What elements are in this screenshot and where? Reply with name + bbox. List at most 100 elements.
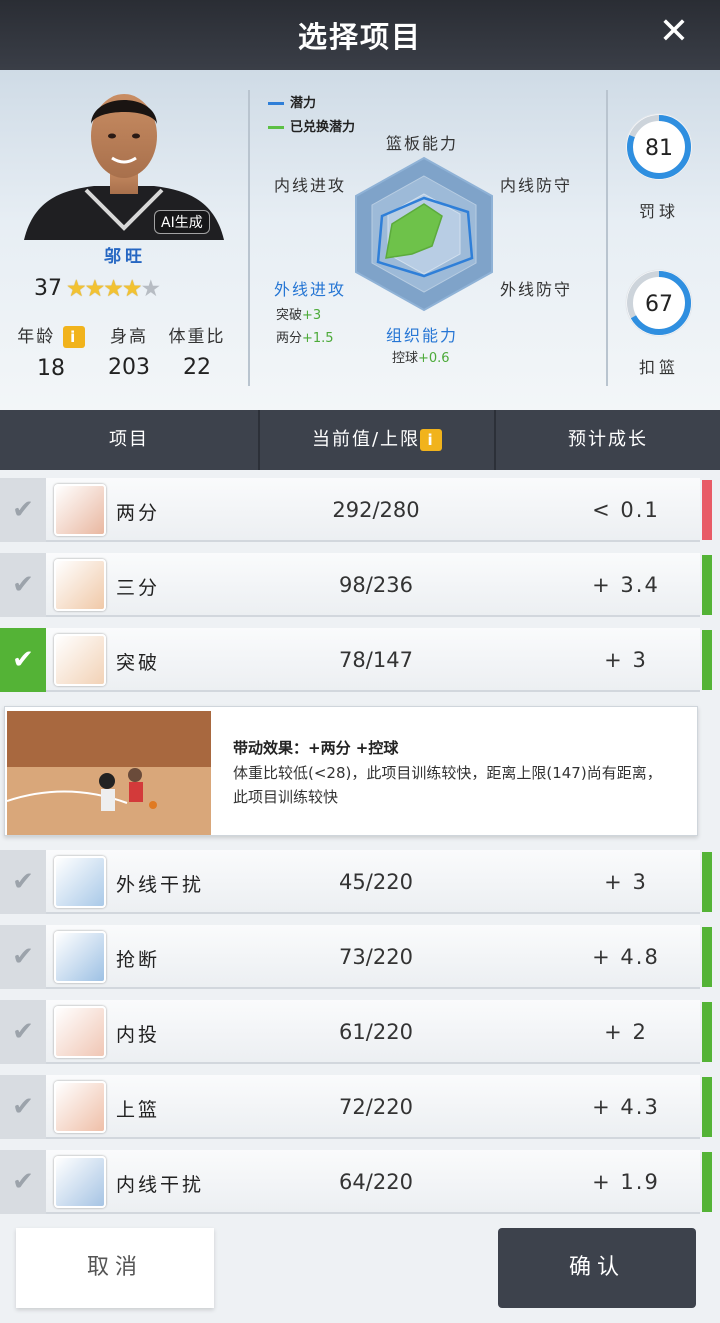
skill-current-value: 45/220	[339, 870, 413, 894]
sub-ball-handling: 控球+0.6	[392, 351, 450, 366]
checkmark-icon[interactable]: ✔	[0, 850, 46, 914]
training-illustration	[7, 711, 211, 835]
dunk-ring: 67	[625, 269, 693, 337]
player-panel: AI生成 邬旺 37 ★★★★★ 年龄 i 18 身高 203 体重比 22 潜…	[0, 70, 720, 410]
skill-name: 两分	[116, 502, 161, 524]
stat-weight-ratio: 体重比 22	[162, 322, 232, 380]
info-icon[interactable]: i	[420, 429, 443, 451]
training-item-row[interactable]: ✔ 外线干扰 45/220 + 3	[0, 850, 712, 914]
star-icon: ★	[84, 276, 106, 302]
stat-weight-ratio-value: 22	[183, 355, 211, 380]
skill-name: 三分	[116, 577, 161, 599]
linkage-effect-card: 带动效果：+两分 +控球 体重比较低(<28)，此项目训练较快，距离上限(147…	[4, 706, 698, 836]
status-indicator	[702, 1002, 712, 1062]
close-icon[interactable]: ✕	[654, 12, 694, 52]
status-indicator	[702, 480, 712, 540]
stat-height: 身高 203	[94, 322, 164, 380]
skill-thumbnail	[54, 559, 106, 611]
stat-age-value: 18	[37, 356, 65, 381]
skill-current-value: 98/236	[339, 573, 413, 597]
skill-expected-growth: + 1.9	[592, 1170, 660, 1194]
linkage-effect-description: 体重比较低(<28)，此项目训练较快，距离上限(147)尚有距离，此项目训练较快	[233, 764, 662, 806]
checkmark-icon[interactable]: ✔	[0, 628, 46, 692]
skill-current-value: 78/147	[339, 648, 413, 672]
skill-name: 内投	[116, 1024, 161, 1046]
checkmark-icon[interactable]: ✔	[0, 1000, 46, 1064]
skill-expected-growth: + 3	[604, 648, 648, 672]
page-title: 选择项目	[297, 20, 422, 54]
skill-thumbnail	[54, 1156, 106, 1208]
skill-thumbnail	[54, 634, 106, 686]
checkmark-icon[interactable]: ✔	[0, 925, 46, 989]
checkmark-icon[interactable]: ✔	[0, 553, 46, 617]
skill-current-value: 72/220	[339, 1095, 413, 1119]
sub-midrange: 两分+1.5	[276, 331, 334, 346]
status-indicator	[702, 1077, 712, 1137]
star-rating: ★★★★★	[66, 276, 162, 302]
skill-current-value: 61/220	[339, 1020, 413, 1044]
checkmark-icon[interactable]: ✔	[0, 1150, 46, 1214]
free-throw-value: 81	[645, 136, 673, 161]
skill-expected-growth: + 2	[604, 1020, 648, 1044]
sub-drive: 突破+3	[276, 308, 322, 323]
radar-label-rebound: 篮板能力	[386, 134, 459, 153]
skill-thumbnail	[54, 1081, 106, 1133]
column-header-item: 项目	[109, 429, 149, 450]
training-item-row[interactable]: ✔ 三分 98/236 + 3.4	[0, 553, 712, 617]
column-header-growth: 预计成长	[568, 429, 648, 450]
training-item-row[interactable]: ✔ 内投 61/220 + 2	[0, 1000, 712, 1064]
radar-label-playmaking: 组织能力	[386, 326, 459, 345]
skill-expected-growth: + 4.3	[592, 1095, 660, 1119]
checkmark-icon[interactable]: ✔	[0, 478, 46, 542]
legend-potential: 潜力	[268, 92, 316, 111]
table-header: 项目 当前值/上限 i 预计成长	[0, 410, 720, 470]
radar-label-outside-offense: 外线进攻	[274, 280, 347, 299]
star-icon: ★	[66, 276, 87, 302]
radar-label-outside-defense: 外线防守	[500, 280, 573, 299]
radar-chart	[355, 156, 493, 312]
training-item-row[interactable]: ✔ 抢断 73/220 + 4.8	[0, 925, 712, 989]
legend-redeemed-swatch	[268, 126, 284, 129]
skill-thumbnail	[54, 856, 106, 908]
skill-name: 上篮	[116, 1099, 161, 1121]
stat-height-value: 203	[108, 355, 150, 380]
status-indicator	[702, 555, 712, 615]
status-indicator	[702, 1152, 712, 1212]
status-indicator	[702, 927, 712, 987]
linkage-effect-title: 带动效果：+两分 +控球	[233, 739, 399, 757]
radar-label-inside-defense: 内线防守	[500, 176, 573, 195]
stat-height-label: 身高	[110, 327, 148, 347]
stat-age-label: 年龄	[17, 327, 56, 347]
legend-redeemed: 已兑换潜力	[268, 116, 355, 135]
skill-current-value: 292/280	[332, 498, 420, 522]
player-name: 邬旺	[104, 247, 146, 267]
skill-expected-growth: < 0.1	[592, 498, 660, 522]
skill-thumbnail	[54, 484, 106, 536]
skill-name: 内线干扰	[116, 1174, 205, 1196]
stat-weight-ratio-label: 体重比	[168, 327, 226, 347]
status-indicator	[702, 852, 712, 912]
star-icon: ★	[140, 276, 162, 302]
dunk-value: 67	[645, 292, 673, 317]
training-item-row[interactable]: ✔ 两分 292/280 < 0.1	[0, 478, 712, 542]
training-item-row[interactable]: ✔ 上篮 72/220 + 4.3	[0, 1075, 712, 1139]
training-item-row[interactable]: ✔ 突破 78/147 + 3	[0, 628, 712, 692]
skill-name: 外线干扰	[116, 874, 205, 896]
radar-label-inside-offense: 内线进攻	[274, 176, 347, 195]
dunk-label: 扣篮	[638, 358, 679, 377]
column-header-current: 当前值/上限 i	[260, 410, 494, 470]
training-item-row[interactable]: ✔ 内线干扰 64/220 + 1.9	[0, 1150, 712, 1214]
skill-current-value: 64/220	[339, 1170, 413, 1194]
skill-current-value: 73/220	[339, 945, 413, 969]
skill-thumbnail	[54, 1006, 106, 1058]
status-indicator	[702, 630, 712, 690]
skill-name: 突破	[116, 652, 161, 674]
divider	[248, 90, 250, 386]
skill-expected-growth: + 3.4	[592, 573, 660, 597]
legend-potential-swatch	[268, 102, 284, 105]
checkmark-icon[interactable]: ✔	[0, 1075, 46, 1139]
divider	[606, 90, 608, 386]
info-icon[interactable]: i	[62, 326, 85, 348]
cancel-button[interactable]: 取消	[16, 1228, 214, 1308]
confirm-button[interactable]: 确认	[498, 1228, 696, 1308]
